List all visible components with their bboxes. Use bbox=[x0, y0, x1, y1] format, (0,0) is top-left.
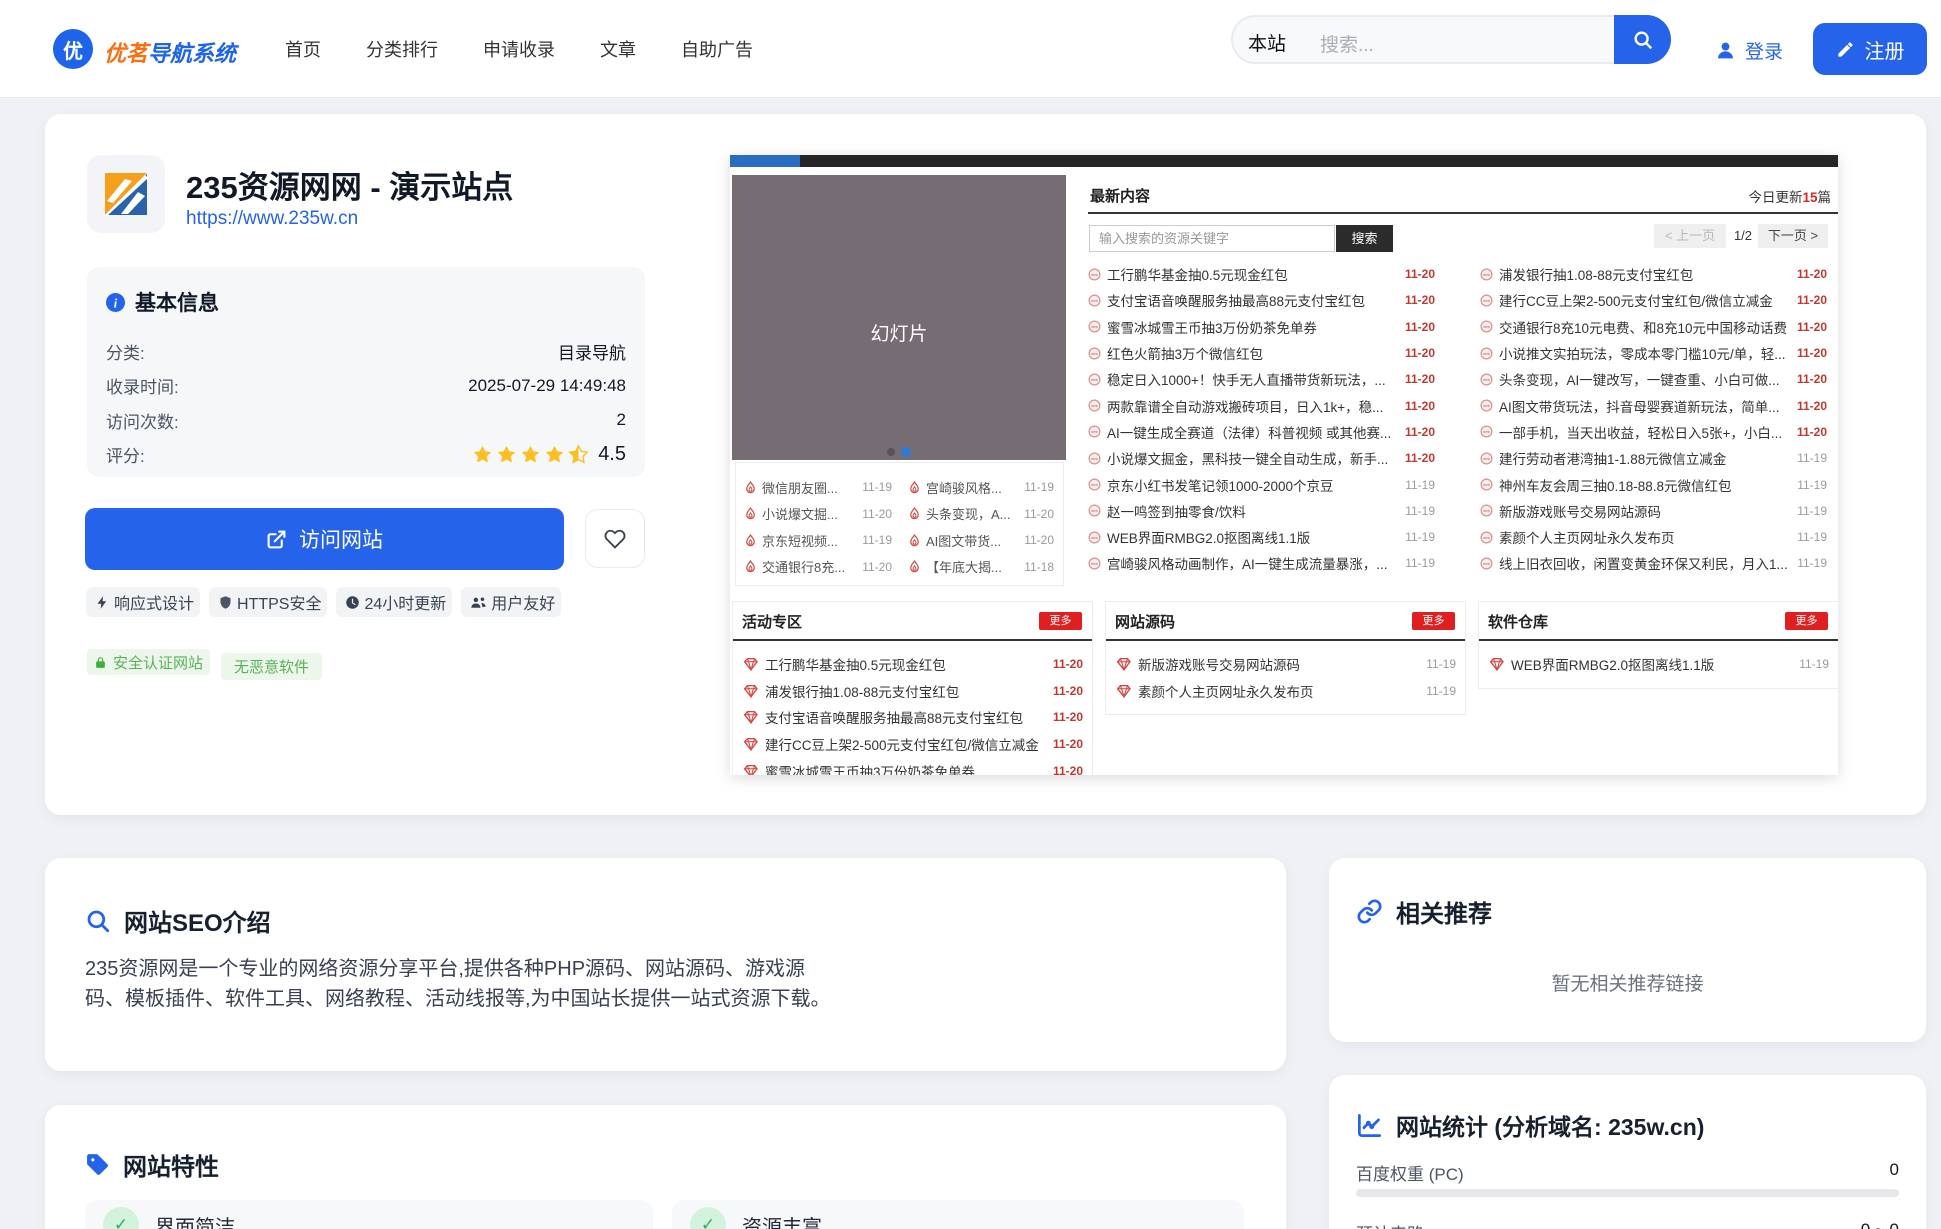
svg-text:i: i bbox=[114, 296, 118, 310]
